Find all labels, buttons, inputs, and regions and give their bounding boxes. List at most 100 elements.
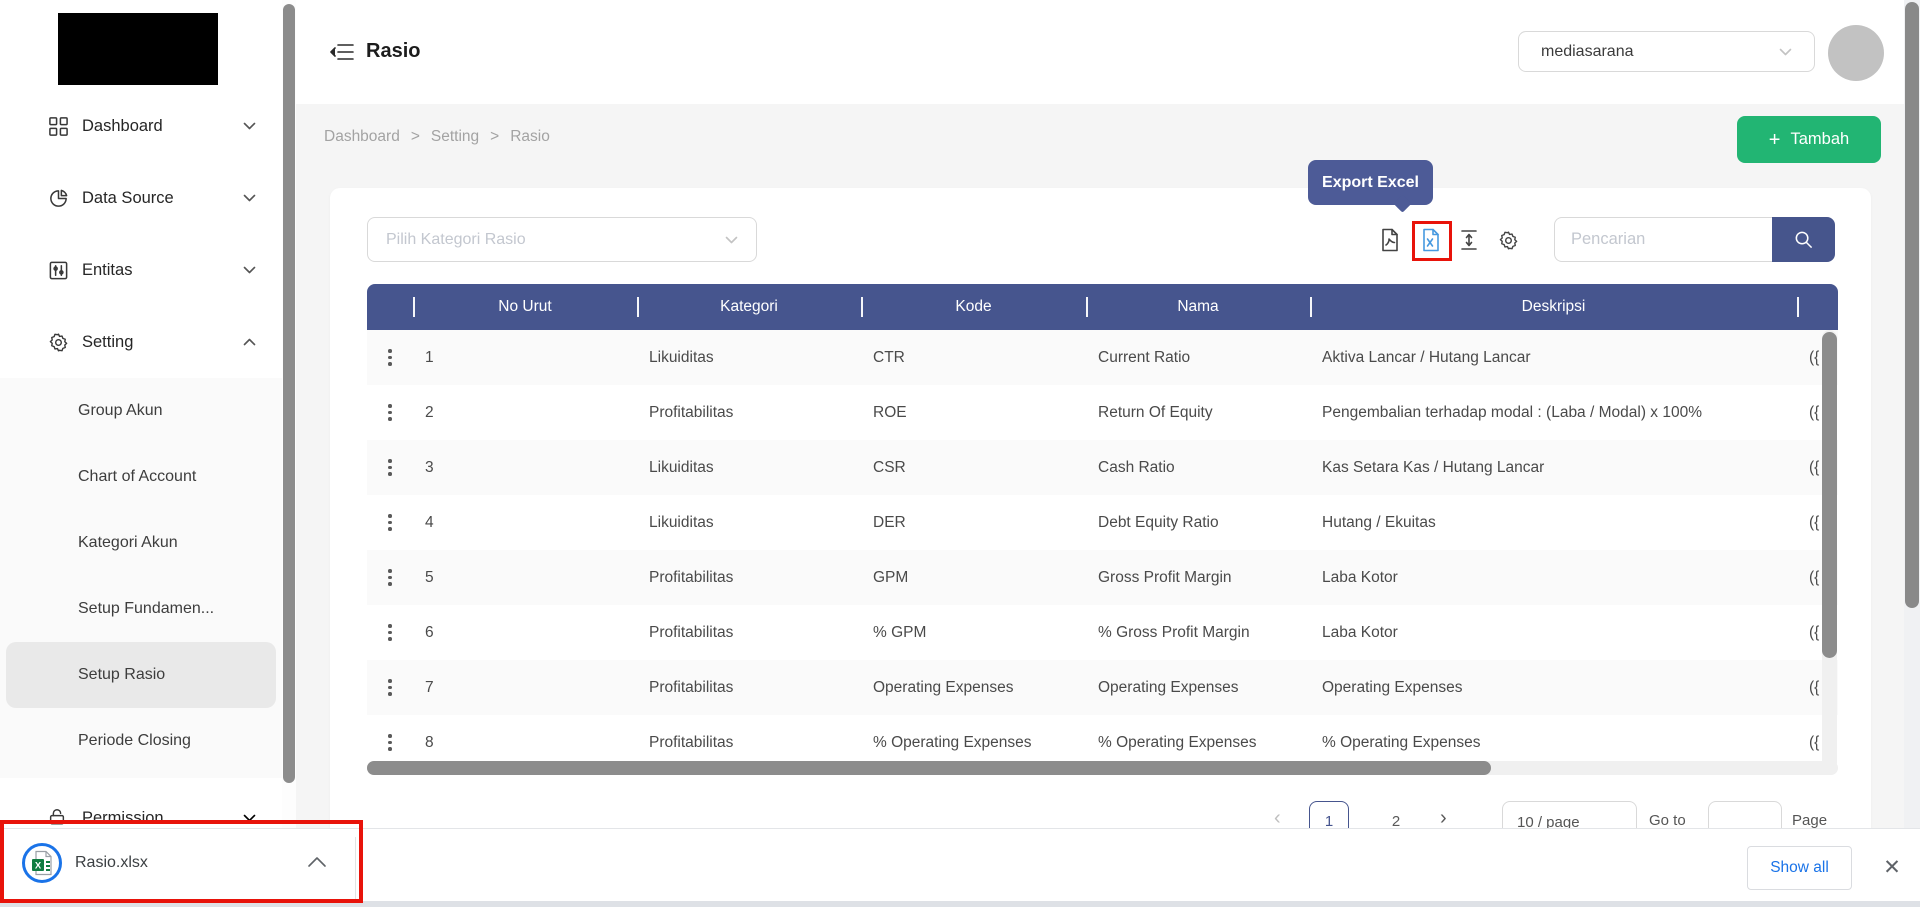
cell-kode: CTR [861,349,1086,367]
cell-nama: Operating Expenses [1086,679,1310,697]
cell-kategori: Likuiditas [637,349,861,367]
export-pdf-icon[interactable] [1378,226,1402,254]
cell-kategori: Profitabilitas [637,569,861,587]
breadcrumb-separator: > [490,128,499,146]
show-all-button[interactable]: Show all [1747,846,1852,890]
cell-kategori: Profitabilitas [637,624,861,642]
close-icon[interactable]: ✕ [1878,853,1906,881]
rasio-table: No UrutKategoriKodeNamaDeskripsi 1Likuid… [367,284,1838,770]
cell-kode: CSR [861,459,1086,477]
table-header-kategori: Kategori [637,284,861,330]
table-header-nama: Nama [1086,284,1310,330]
pagination-next-icon[interactable]: › [1440,807,1447,830]
row-height-icon[interactable] [1457,226,1481,254]
menu-fold-icon[interactable] [330,42,354,62]
download-item[interactable]: X Rasio.xlsx [0,829,355,907]
sidebar-menu: DashboardData SourceEntitas Setting [0,90,282,378]
search-button[interactable] [1772,217,1835,262]
sidebar-scrollbar [282,0,296,828]
cell-no: 3 [413,459,637,477]
sidebar-scrollbar-thumb[interactable] [283,4,295,783]
row-actions-kebab-icon[interactable] [384,565,396,590]
sidebar-subitem-chart-of-account[interactable]: Chart of Account [0,444,282,510]
sidebar-item-data-source[interactable]: Data Source [0,162,282,234]
sidebar-item-label: Permission [82,809,243,828]
sidebar-item-setting[interactable]: Setting [0,306,282,378]
row-actions-kebab-icon[interactable] [384,455,396,480]
app-logo [58,13,218,85]
window-bottom-edge [0,901,1920,907]
cell-deskripsi: Kas Setara Kas / Hutang Lancar [1310,459,1797,477]
entity-icon [47,259,69,281]
breadcrumb-item: Setting [431,128,479,146]
sidebar-subitem-kategori-akun[interactable]: Kategori Akun [0,510,282,576]
pie-icon [47,187,69,209]
sidebar-subitem-setup-rasio[interactable]: Setup Rasio [6,642,276,708]
sidebar-subitem-group-akun[interactable]: Group Akun [0,378,282,444]
table-row: 3LikuiditasCSRCash RatioKas Setara Kas /… [367,440,1838,495]
table-vertical-scrollbar [1822,330,1837,770]
cell-no: 8 [413,734,637,752]
sidebar-setting-submenu: Group AkunChart of AccountKategori AkunS… [0,378,282,778]
search-input[interactable] [1554,217,1772,262]
cell-deskripsi: Pengembalian terhadap modal : (Laba / Mo… [1310,404,1797,422]
page-scrollbar [1904,0,1920,828]
breadcrumb-item: Dashboard [324,128,400,146]
table-header-deskripsi: Deskripsi [1310,284,1797,330]
table-settings-icon[interactable] [1496,226,1520,254]
cell-deskripsi: Operating Expenses [1310,679,1797,697]
table-row: 1LikuiditasCTRCurrent RatioAktiva Lancar… [367,330,1838,385]
tooltip-arrow [1393,194,1411,212]
search-bar [1554,217,1835,262]
cell-kode: % GPM [861,624,1086,642]
cell-nama: Return Of Equity [1086,404,1310,422]
sidebar-subitem-setup-fundamen[interactable]: Setup Fundamen... [0,576,282,642]
table-horizontal-scrollbar-thumb[interactable] [367,761,1491,775]
export-excel-tooltip: Export Excel [1308,160,1433,205]
cell-kode: DER [861,514,1086,532]
cell-kode: % Operating Expenses [861,734,1086,752]
cell-deskripsi: Laba Kotor [1310,624,1797,642]
topbar: Rasio mediasarana [296,0,1904,104]
tenant-select[interactable]: mediasarana [1518,31,1815,72]
excel-file-icon: X [22,843,62,883]
cell-deskripsi: % Operating Expenses [1310,734,1797,752]
chevron-down-icon [243,814,256,822]
row-actions-kebab-icon[interactable] [384,730,396,755]
cell-kategori: Likuiditas [637,459,861,477]
row-actions-kebab-icon[interactable] [384,345,396,370]
pagination-prev-icon[interactable]: ‹ [1274,807,1281,830]
cell-nama: Debt Equity Ratio [1086,514,1310,532]
cell-no: 7 [413,679,637,697]
category-filter-placeholder: Pilih Kategori Rasio [386,231,725,249]
table-vertical-scrollbar-thumb[interactable] [1822,332,1837,658]
category-filter-select[interactable]: Pilih Kategori Rasio [367,217,757,262]
sidebar-item-entitas[interactable]: Entitas [0,234,282,306]
sidebar-subitem-periode-closing[interactable]: Periode Closing [0,708,282,774]
add-button[interactable]: + Tambah [1737,116,1881,163]
avatar[interactable] [1828,25,1884,81]
page-scrollbar-thumb[interactable] [1905,2,1919,608]
cell-deskripsi: Hutang / Ekuitas [1310,514,1797,532]
sidebar-item-label: Setting [82,333,243,352]
row-actions-kebab-icon[interactable] [384,620,396,645]
cell-deskripsi: Aktiva Lancar / Hutang Lancar [1310,349,1797,367]
row-actions-kebab-icon[interactable] [384,675,396,700]
table-header-overflow-column [1797,284,1838,330]
table-header-no-urut: No Urut [413,284,637,330]
sidebar-item-dashboard[interactable]: Dashboard [0,90,282,162]
row-actions-kebab-icon[interactable] [384,400,396,425]
search-icon [1793,229,1814,250]
row-actions-kebab-icon[interactable] [384,510,396,535]
export-excel-icon[interactable] [1419,226,1443,254]
cell-nama: Cash Ratio [1086,459,1310,477]
cell-nama: Gross Profit Margin [1086,569,1310,587]
table-row: 6Profitabilitas% GPM% Gross Profit Margi… [367,605,1838,660]
chevron-down-icon [725,236,738,244]
gear-icon [47,331,69,353]
sidebar: DashboardData SourceEntitas Setting Group… [0,0,282,828]
cell-no: 6 [413,624,637,642]
downloads-bar: X Rasio.xlsx Show all ✕ [0,828,1920,907]
tenant-select-value: mediasarana [1541,43,1779,61]
chevron-up-icon[interactable] [306,855,328,871]
